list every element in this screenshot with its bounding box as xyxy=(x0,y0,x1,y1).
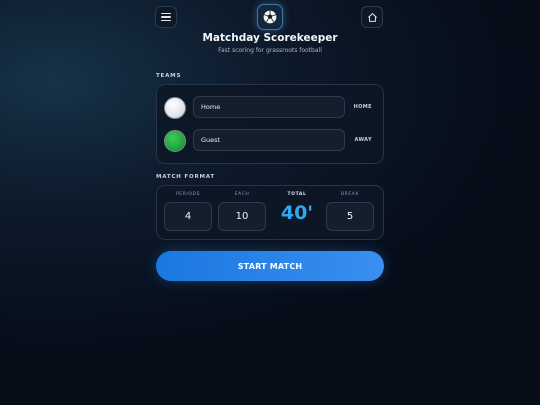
periods-field: PERIODS 4 xyxy=(164,192,212,231)
app-subtitle: Fast scoring for grassroots football xyxy=(218,47,322,54)
home-tag: HOME xyxy=(353,104,372,110)
each-label: EACH xyxy=(234,192,250,197)
soccer-ball-icon xyxy=(257,4,283,30)
app-title: Matchday Scorekeeper xyxy=(202,32,338,44)
total-label: TOTAL xyxy=(287,192,307,197)
teams-section-label: TEAMS xyxy=(156,73,182,79)
match-format-section-label: MATCH FORMAT xyxy=(156,174,215,180)
start-match-button[interactable]: START MATCH xyxy=(156,251,384,281)
home-button[interactable] xyxy=(361,6,383,28)
periods-input[interactable]: 4 xyxy=(164,202,212,231)
home-color-swatch[interactable] xyxy=(164,97,186,119)
guest-team-row: AWAY xyxy=(164,129,376,153)
break-input[interactable]: 5 xyxy=(326,202,374,231)
home-team-row: HOME xyxy=(164,96,376,120)
away-tag: AWAY xyxy=(354,137,372,143)
periods-label: PERIODS xyxy=(175,192,201,197)
match-format-card: PERIODS 4 EACH 10 TOTAL 40' BREAK 5 xyxy=(156,185,384,240)
home-icon xyxy=(367,12,377,22)
period-length-input[interactable]: 10 xyxy=(218,202,266,231)
break-field: BREAK 5 xyxy=(326,192,374,231)
total-field: TOTAL 40' xyxy=(272,192,322,223)
break-label: BREAK xyxy=(340,192,360,197)
menu-button[interactable] xyxy=(155,6,177,28)
guest-team-name-input[interactable] xyxy=(193,129,345,151)
home-team-name-input[interactable] xyxy=(193,96,345,118)
hamburger-menu-icon xyxy=(161,12,171,22)
teams-card: HOME AWAY xyxy=(156,84,384,164)
each-field: EACH 10 xyxy=(218,192,266,231)
guest-color-swatch[interactable] xyxy=(164,130,186,152)
total-duration-value: 40' xyxy=(280,202,314,224)
